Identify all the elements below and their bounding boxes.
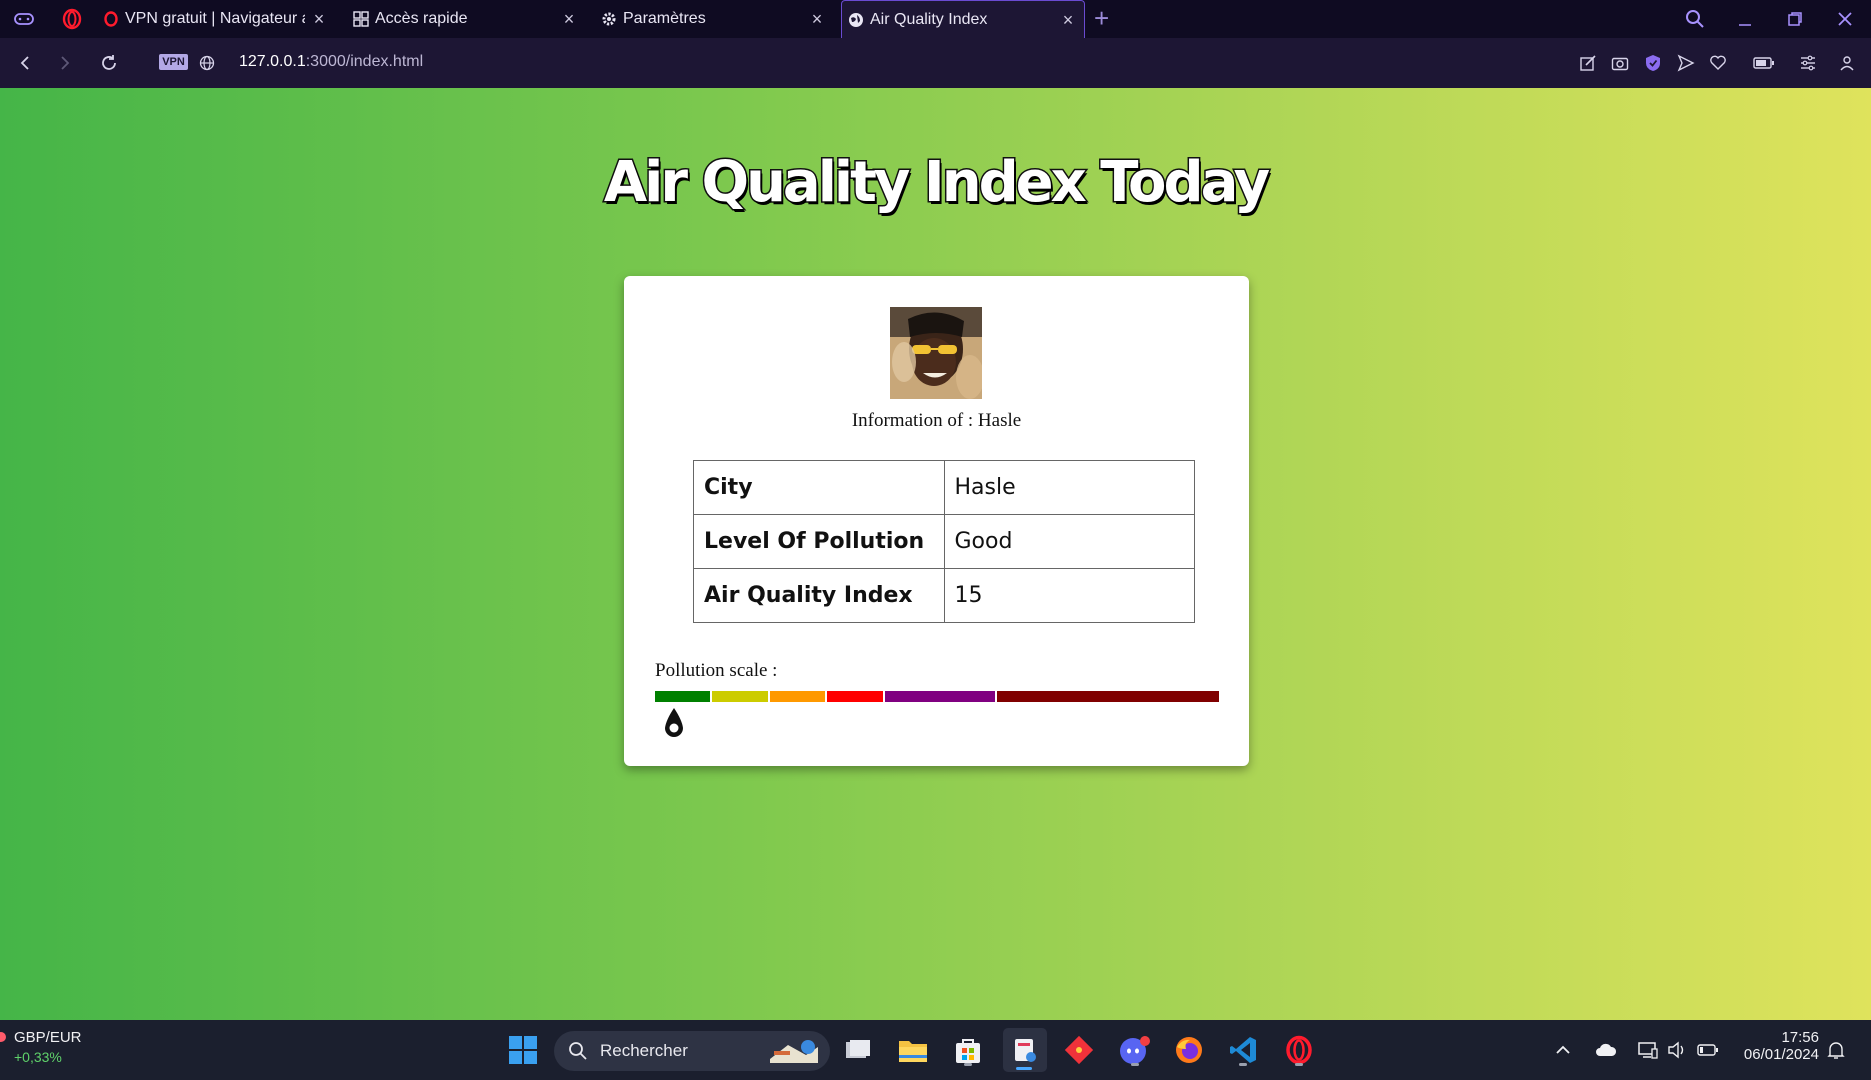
scale-segment	[769, 691, 826, 702]
url-host: 127.0.0.1	[239, 53, 306, 70]
camera-icon[interactable]	[1608, 51, 1632, 75]
address-bar: VPN 127.0.0.1:3000/index.html	[0, 38, 1871, 88]
page-title: Air Quality Index Today	[602, 149, 1271, 217]
info-line: Information of : Hasle	[851, 410, 1022, 431]
grid-icon	[353, 11, 369, 27]
opera-icon	[104, 11, 118, 27]
firefox-icon[interactable]	[1171, 1032, 1207, 1068]
tab-title: Air Quality Index	[870, 10, 988, 28]
snipping-tool-icon[interactable]	[1003, 1028, 1047, 1072]
table-cell-value: Good	[943, 514, 1195, 569]
pollution-scale	[655, 691, 1220, 702]
new-tab-button[interactable]: +	[1094, 4, 1109, 32]
search-highlight-icon	[770, 1040, 818, 1063]
tab-settings[interactable]: Paramètres ×	[601, 0, 833, 38]
windows-start-icon[interactable]	[505, 1032, 541, 1068]
table-row: City Hasle	[693, 460, 1195, 515]
close-icon[interactable]: ×	[309, 9, 329, 29]
scale-segment	[997, 691, 1220, 702]
city-photo	[890, 307, 982, 399]
table-row: Level Of Pollution Good	[693, 514, 1195, 569]
microsoft-store-icon[interactable]	[950, 1032, 986, 1068]
table-cell-value: Hasle	[943, 460, 1195, 515]
onedrive-icon[interactable]	[1594, 1032, 1618, 1068]
stock-widget[interactable]: GBP/EUR +0,33%	[14, 1029, 82, 1065]
tab-quick-access[interactable]: Accès rapide ×	[353, 0, 585, 38]
heart-icon[interactable]	[1706, 51, 1730, 75]
running-indicator	[1295, 1063, 1303, 1066]
ticker-change: +0,33%	[14, 1049, 62, 1065]
scale-segment	[827, 691, 883, 702]
notification-bell-icon[interactable]	[1824, 1032, 1848, 1068]
scale-segment	[655, 691, 711, 702]
scale-label: Pollution scale :	[655, 660, 778, 681]
tab-title: Accès rapide	[375, 10, 468, 27]
taskbar-search[interactable]: Rechercher	[554, 1031, 830, 1071]
table-cell-value: 15	[943, 568, 1195, 623]
reload-icon[interactable]	[96, 50, 122, 76]
table-row: Air Quality Index 15	[693, 568, 1195, 623]
scale-segment	[884, 691, 996, 702]
easy-setup-icon[interactable]	[1796, 51, 1820, 75]
forward-icon[interactable]	[52, 50, 78, 76]
vscode-icon[interactable]	[1225, 1032, 1261, 1068]
tab-title: Paramètres	[623, 10, 706, 27]
search-icon	[569, 1042, 587, 1060]
file-explorer-icon[interactable]	[895, 1032, 931, 1068]
taskbar-clock[interactable]: 17:56 06/01/2024	[1735, 1029, 1819, 1063]
discord-icon[interactable]	[1117, 1032, 1153, 1068]
page-viewport: Air Quality Index Today Information of :…	[0, 88, 1871, 1020]
task-view-icon[interactable]	[840, 1032, 876, 1068]
scale-marker-icon	[660, 706, 688, 740]
close-icon[interactable]: ×	[807, 9, 827, 29]
opera-menu-icon[interactable]	[60, 7, 84, 31]
minimize-icon[interactable]	[1730, 6, 1760, 32]
ticker-symbol: GBP/EUR	[14, 1029, 82, 1046]
network-icon[interactable]	[1636, 1032, 1660, 1068]
chevron-up-icon[interactable]	[1551, 1032, 1575, 1068]
running-indicator	[1131, 1063, 1139, 1066]
url-field[interactable]: 127.0.0.1:3000/index.html	[239, 53, 423, 71]
back-icon[interactable]	[12, 50, 38, 76]
running-indicator	[1239, 1063, 1247, 1066]
globe-icon	[849, 12, 863, 27]
search-tabs-icon[interactable]	[1680, 6, 1710, 32]
browser-tab-bar: VPN gratuit | Navigateur av × Accès rapi…	[0, 0, 1871, 38]
profile-icon[interactable]	[1835, 51, 1859, 75]
close-icon[interactable]: ×	[559, 9, 579, 29]
send-icon[interactable]	[1674, 51, 1698, 75]
running-indicator	[1016, 1067, 1032, 1070]
battery-saver-icon[interactable]	[1752, 51, 1776, 75]
search-placeholder: Rechercher	[600, 1041, 688, 1060]
shield-icon[interactable]	[1641, 51, 1665, 75]
restore-icon[interactable]	[1780, 6, 1810, 32]
url-path: :3000/index.html	[305, 53, 424, 70]
aqi-card: Information of : Hasle City Hasle Level …	[624, 276, 1249, 766]
gamepad-icon[interactable]	[12, 7, 36, 31]
table-cell-label: Level Of Pollution	[693, 514, 945, 569]
tab-title: VPN gratuit | Navigateur av	[125, 10, 305, 27]
vpn-badge[interactable]: VPN	[159, 54, 188, 70]
close-icon[interactable]: ×	[1058, 10, 1078, 30]
table-cell-label: Air Quality Index	[693, 568, 945, 623]
site-info-icon[interactable]	[194, 50, 220, 76]
opera-taskbar-icon[interactable]	[1281, 1032, 1317, 1068]
aqi-table: City Hasle Level Of Pollution Good Air Q…	[693, 460, 1195, 623]
running-indicator	[964, 1063, 972, 1066]
git-app-icon[interactable]	[1061, 1032, 1097, 1068]
tab-air-quality[interactable]: Air Quality Index ×	[841, 0, 1085, 38]
clock-date: 06/01/2024	[1743, 1046, 1819, 1063]
clock-time: 17:56	[1781, 1029, 1819, 1046]
table-cell-label: City	[693, 460, 945, 515]
tab-vpn[interactable]: VPN gratuit | Navigateur av ×	[103, 0, 335, 38]
windows-taskbar: GBP/EUR +0,33% Rechercher 17:56 06/01/20…	[0, 1020, 1871, 1080]
gear-icon	[602, 12, 616, 26]
alert-dot-icon	[0, 1032, 6, 1042]
volume-icon[interactable]	[1665, 1032, 1689, 1068]
scale-segment	[712, 691, 768, 702]
edit-icon[interactable]	[1576, 51, 1600, 75]
close-window-icon[interactable]	[1830, 6, 1860, 32]
battery-icon[interactable]	[1696, 1032, 1720, 1068]
